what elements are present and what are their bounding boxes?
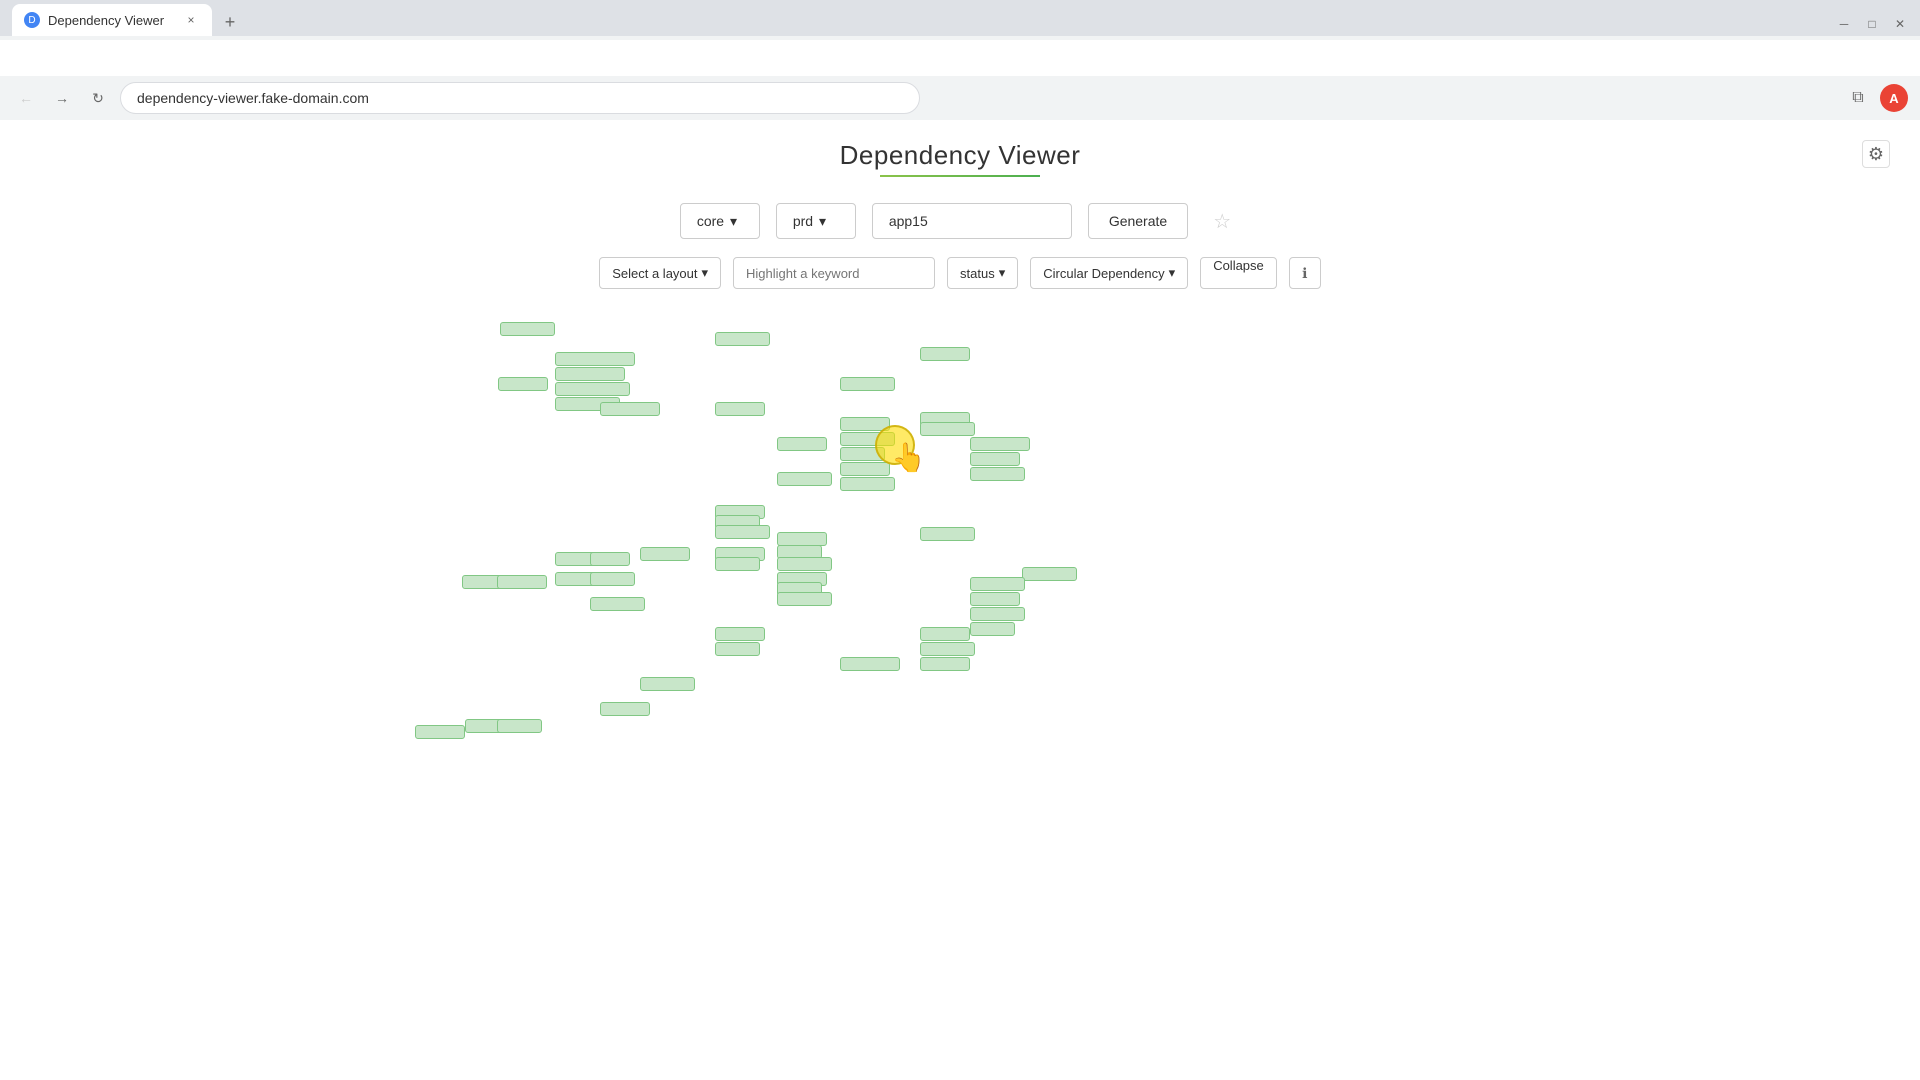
tab-favicon: D — [24, 12, 40, 28]
active-tab[interactable]: D Dependency Viewer × — [12, 4, 212, 36]
graph-node[interactable] — [715, 525, 770, 539]
graph-node[interactable] — [590, 572, 635, 586]
back-button[interactable]: ← — [12, 84, 40, 112]
filter-row: Select a layout ▾ status ▾ Circular Depe… — [0, 249, 1920, 297]
graph-node[interactable] — [920, 527, 975, 541]
keyword-input[interactable] — [733, 257, 935, 289]
graph-node[interactable] — [840, 462, 890, 476]
tab-title: Dependency Viewer — [48, 13, 164, 28]
env-arrow: ▾ — [819, 213, 826, 230]
layout-label: Select a layout — [612, 266, 697, 281]
graph-node[interactable] — [840, 477, 895, 491]
graph-node[interactable] — [920, 642, 975, 656]
controls-row: core ▾ prd ▾ Generate ☆ — [0, 187, 1920, 249]
url-text: dependency-viewer.fake-domain.com — [137, 90, 369, 106]
layout-dropdown[interactable]: Select a layout ▾ — [599, 257, 721, 289]
graph-node[interactable] — [600, 702, 650, 716]
namespace-arrow: ▾ — [730, 213, 737, 230]
graph-node[interactable] — [555, 352, 635, 366]
minimize-button[interactable]: ─ — [1836, 16, 1852, 32]
env-dropdown[interactable]: prd ▾ — [776, 203, 856, 239]
graph-node[interactable] — [840, 432, 895, 446]
graph-node[interactable] — [840, 657, 900, 671]
graph-node[interactable] — [497, 575, 547, 589]
page-content: Dependency Viewer ⚙ core ▾ prd ▾ Generat… — [0, 120, 1920, 1080]
title-underline — [880, 175, 1040, 177]
graph-node[interactable] — [600, 402, 660, 416]
new-tab-button[interactable]: + — [216, 8, 244, 36]
title-bar: D Dependency Viewer × + ─ □ ✕ — [0, 0, 1920, 40]
graph-node[interactable] — [840, 377, 895, 391]
graph-node[interactable] — [715, 642, 760, 656]
status-arrow: ▾ — [999, 265, 1006, 281]
graph-node[interactable] — [500, 322, 555, 336]
graph-node[interactable] — [970, 437, 1030, 451]
forward-button[interactable]: → — [48, 84, 76, 112]
browser-chrome: D Dependency Viewer × + ─ □ ✕ ← → ↻ depe… — [0, 0, 1920, 120]
graph-node[interactable] — [777, 532, 827, 546]
maximize-button[interactable]: □ — [1864, 16, 1880, 32]
url-bar[interactable]: dependency-viewer.fake-domain.com — [120, 82, 920, 114]
app-title: Dependency Viewer — [0, 140, 1920, 171]
status-dropdown[interactable]: status ▾ — [947, 257, 1018, 289]
toolbar-right: ⧉ A — [1844, 84, 1908, 112]
circular-dependency-dropdown[interactable]: Circular Dependency ▾ — [1030, 257, 1188, 289]
graph-node[interactable] — [715, 627, 765, 641]
graph-node[interactable] — [970, 452, 1020, 466]
app-input[interactable] — [872, 203, 1072, 239]
graph-node[interactable] — [640, 547, 690, 561]
profile-icon[interactable]: A — [1880, 84, 1908, 112]
app-header: Dependency Viewer ⚙ — [0, 120, 1920, 187]
collapse-button[interactable]: Collapse — [1200, 257, 1277, 289]
circular-arrow: ▾ — [1169, 265, 1176, 281]
generate-button[interactable]: Generate — [1088, 203, 1188, 239]
tab-close-button[interactable]: × — [182, 11, 200, 29]
graph-node[interactable] — [840, 447, 885, 461]
graph-node[interactable] — [715, 332, 770, 346]
graph-node[interactable] — [970, 607, 1025, 621]
graph-node[interactable] — [497, 719, 542, 733]
settings-icon[interactable]: ⚙ — [1862, 140, 1890, 168]
graph-node[interactable] — [840, 417, 890, 431]
graph-node[interactable] — [970, 622, 1015, 636]
extensions-button[interactable]: ⧉ — [1844, 84, 1872, 112]
graph-node[interactable] — [970, 467, 1025, 481]
env-label: prd — [793, 213, 813, 229]
graph-node[interactable] — [1022, 567, 1077, 581]
favorite-button[interactable]: ☆ — [1204, 203, 1240, 239]
graph-node[interactable] — [590, 552, 630, 566]
graph-node[interactable] — [715, 402, 765, 416]
graph-node[interactable] — [777, 437, 827, 451]
namespace-label: core — [697, 213, 724, 229]
status-label: status — [960, 266, 995, 281]
graph-node[interactable] — [777, 557, 832, 571]
address-bar: ← → ↻ dependency-viewer.fake-domain.com … — [0, 76, 1920, 120]
graph-node[interactable] — [777, 592, 832, 606]
graph-area[interactable] — [0, 297, 1920, 1080]
circular-label: Circular Dependency — [1043, 266, 1164, 281]
graph-node[interactable] — [415, 725, 465, 739]
info-button[interactable]: ℹ — [1289, 257, 1321, 289]
layout-arrow: ▾ — [702, 265, 709, 281]
graph-node[interactable] — [715, 557, 760, 571]
graph-node[interactable] — [590, 597, 645, 611]
graph-node[interactable] — [920, 422, 975, 436]
graph-node[interactable] — [920, 627, 970, 641]
graph-node[interactable] — [777, 472, 832, 486]
graph-node[interactable] — [920, 347, 970, 361]
tab-bar: D Dependency Viewer × + ─ □ ✕ — [0, 0, 1920, 36]
close-window-button[interactable]: ✕ — [1892, 16, 1908, 32]
graph-node[interactable] — [640, 677, 695, 691]
graph-node[interactable] — [970, 592, 1020, 606]
graph-node[interactable] — [920, 657, 970, 671]
namespace-dropdown[interactable]: core ▾ — [680, 203, 760, 239]
graph-node[interactable] — [555, 382, 630, 396]
graph-node[interactable] — [498, 377, 548, 391]
refresh-button[interactable]: ↻ — [84, 84, 112, 112]
graph-node[interactable] — [970, 577, 1025, 591]
graph-node[interactable] — [555, 367, 625, 381]
